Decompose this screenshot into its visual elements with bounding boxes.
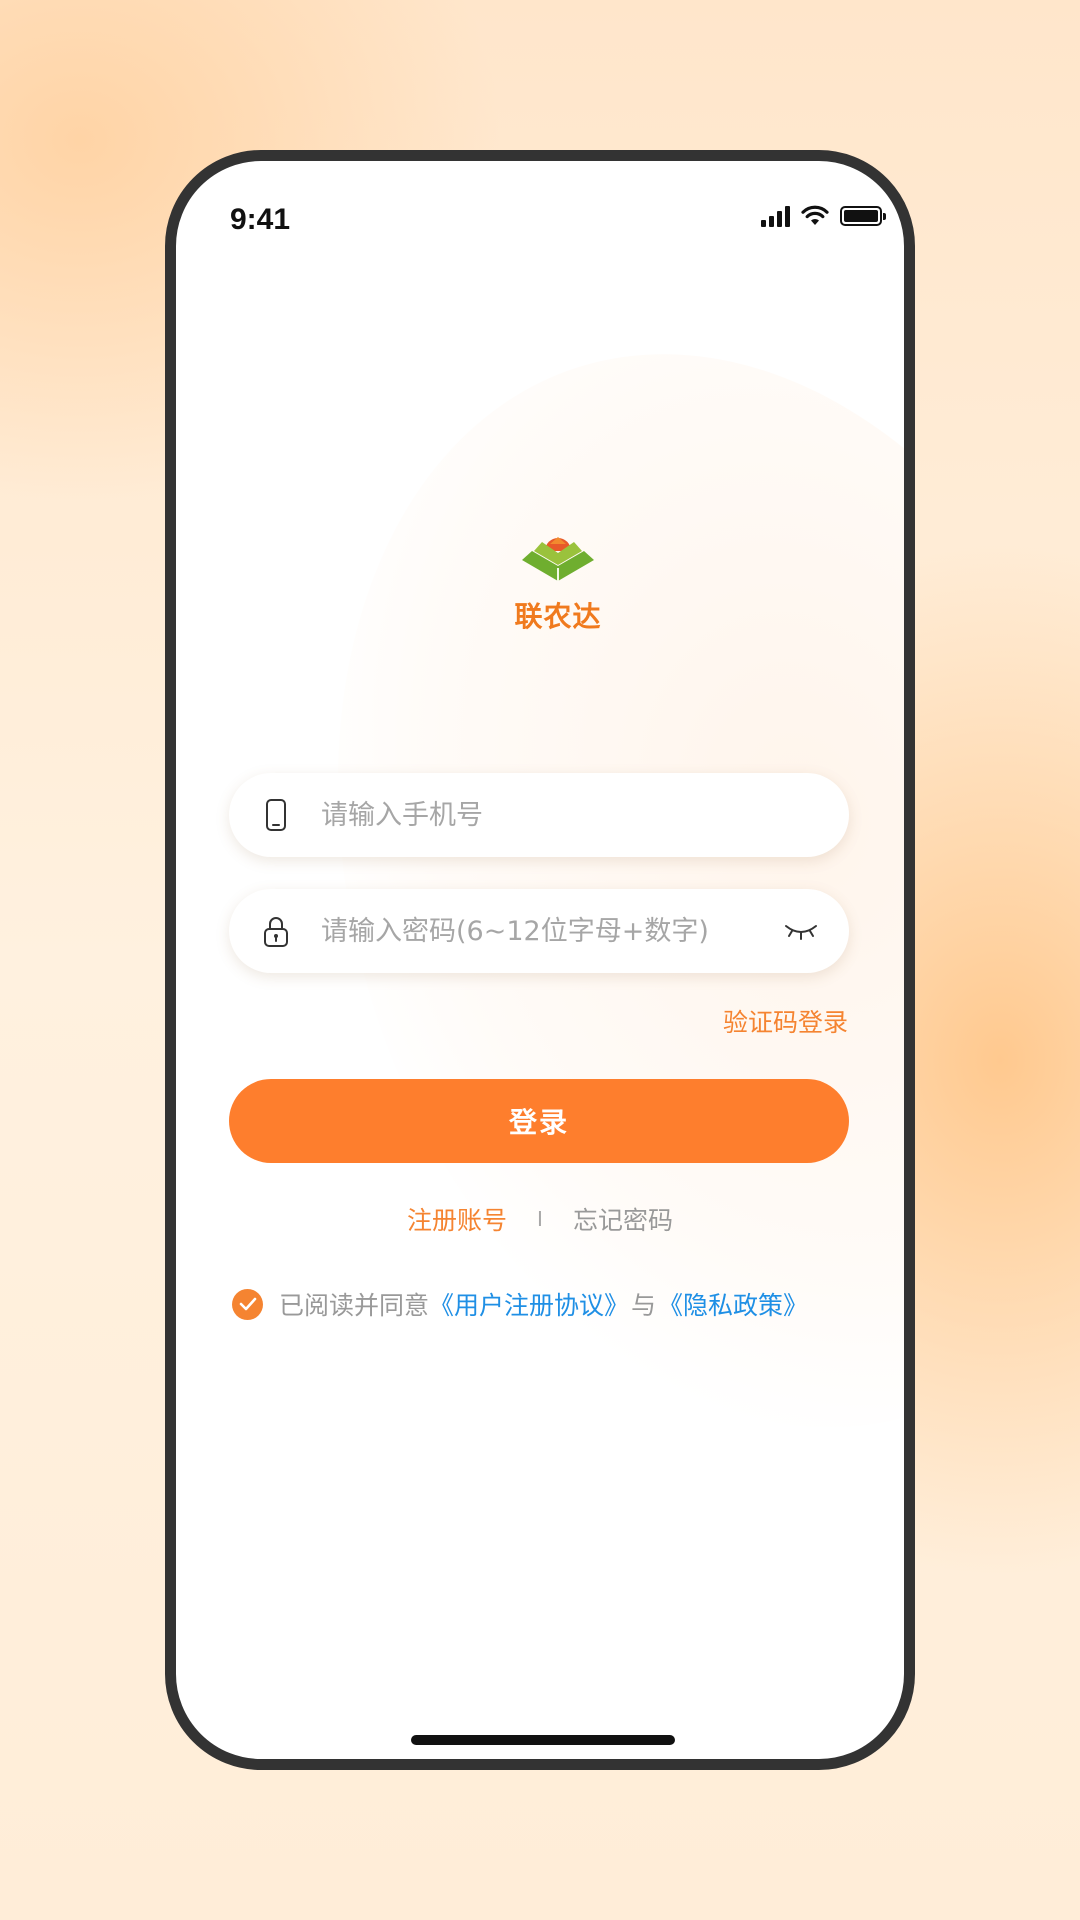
brand-name: 联农达 [514,600,602,633]
agreement-prefix: 已阅读并同意 [279,1291,430,1320]
agreement-row: 已阅读并同意 《用户注册协议》 与 《隐私政策》 [232,1286,808,1322]
password-field[interactable] [229,889,849,973]
link-separator: I [537,1207,543,1231]
brand-logo: 联农达 [498,511,618,633]
forgot-password-link[interactable]: 忘记密码 [573,1201,673,1237]
book-sun-logo-icon [522,537,594,581]
agreement-checkbox[interactable] [232,1288,263,1320]
sms-login-link[interactable]: 验证码登录 [723,1003,848,1039]
status-time: 9:41 [230,203,291,236]
phone-icon [266,799,286,831]
password-input[interactable] [321,915,783,947]
user-agreement-link[interactable]: 《用户注册协议》 [429,1286,629,1322]
phone-frame: 9:41 联农达 请输入手机号 验证码登录 登录 注册账号 I 忘记密码 已阅读… [165,150,915,1770]
checkmark-icon [239,1297,256,1311]
privacy-policy-link[interactable]: 《隐私政策》 [658,1286,808,1322]
register-link[interactable]: 注册账号 [407,1201,507,1237]
phone-field[interactable] [229,773,849,857]
account-links: 注册账号 I 忘记密码 [176,1201,904,1237]
home-indicator [411,1735,675,1745]
login-button[interactable]: 登录 [229,1079,849,1163]
lock-icon [264,917,288,947]
status-icons [761,205,886,227]
status-bar: 9:41 [176,161,904,271]
cellular-signal-icon [761,205,790,227]
agreement-conjunction: 与 [631,1291,657,1320]
battery-icon [840,206,886,226]
wifi-icon [801,205,829,225]
eye-closed-icon[interactable] [783,920,819,942]
phone-input[interactable] [321,799,849,831]
